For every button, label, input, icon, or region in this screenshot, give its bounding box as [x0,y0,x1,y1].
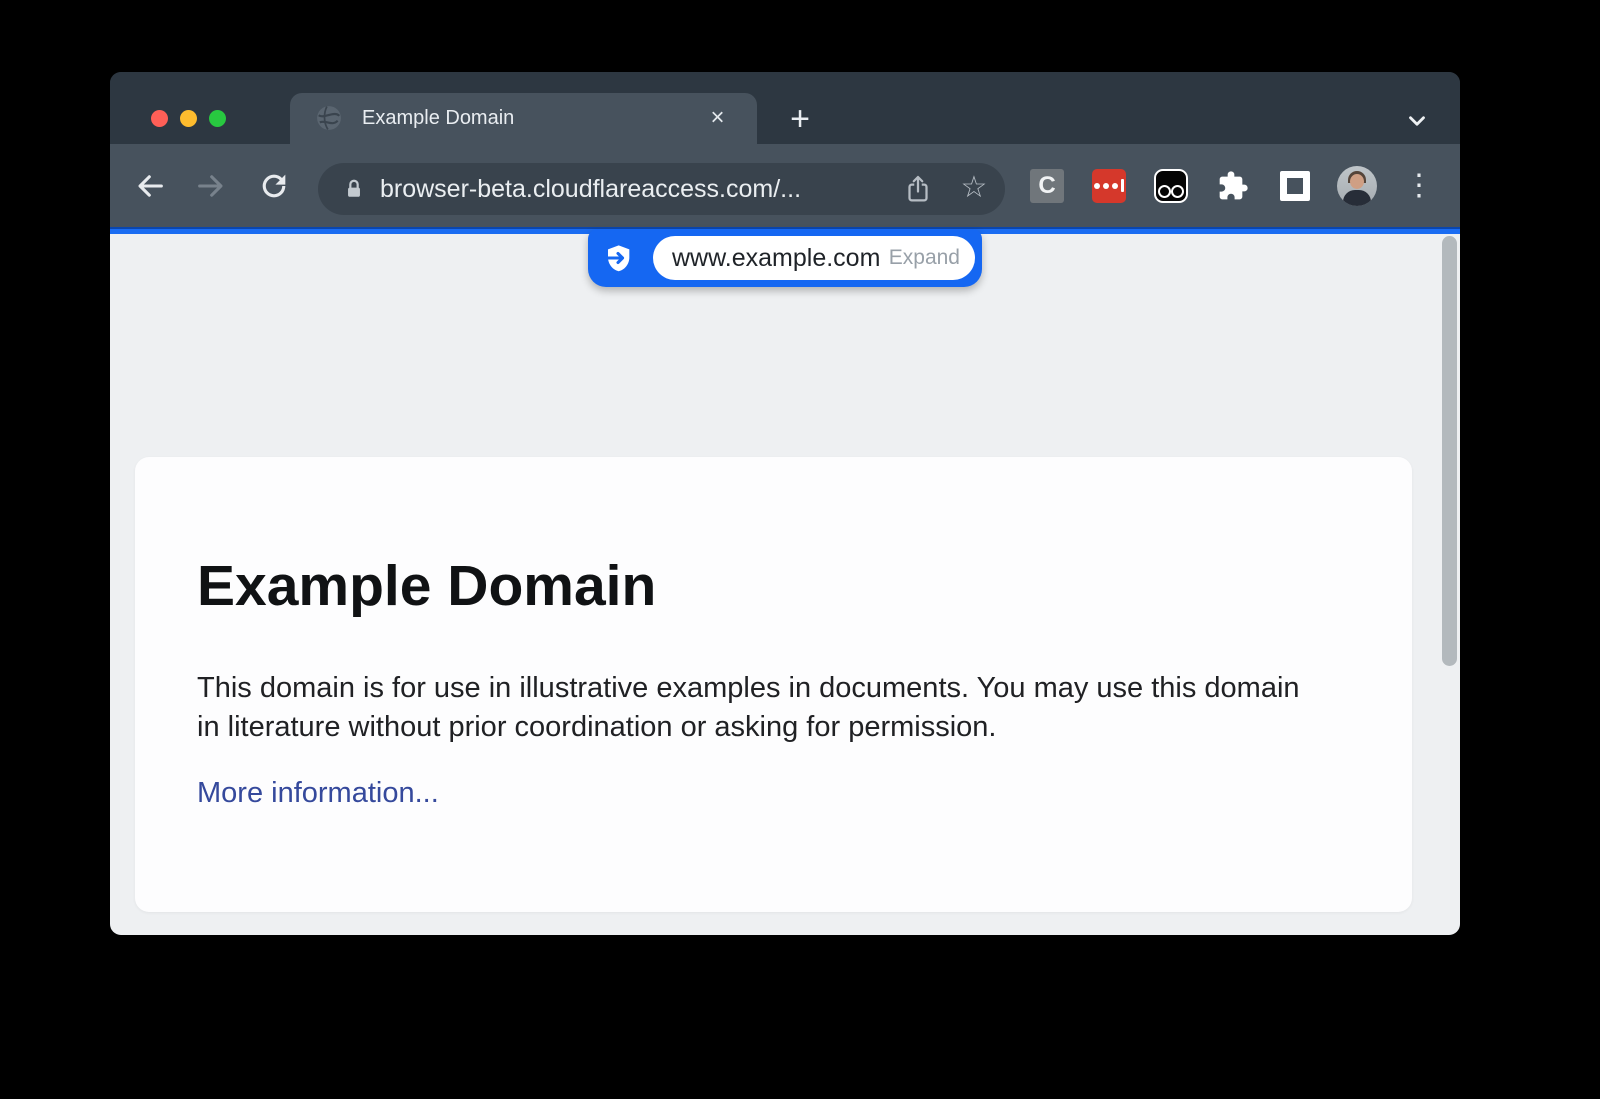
tab-example-domain[interactable]: Example Domain × [290,93,757,144]
url-text[interactable]: browser-beta.cloudflareaccess.com/... [380,163,801,215]
address-bar[interactable]: browser-beta.cloudflareaccess.com/... ☆ [318,163,1005,215]
tab-strip: Example Domain × + [110,72,1460,144]
globe-favicon-icon [316,105,342,131]
share-icon[interactable] [903,174,933,204]
isolation-domain-pill: www.example.com Expand [653,236,975,280]
page-viewport: Example Domain This domain is for use in… [110,234,1460,935]
isolated-domain-text: www.example.com [672,244,880,273]
isolation-pill[interactable]: www.example.com Expand [588,229,982,287]
square-frame-icon [1280,171,1310,201]
traffic-light-zoom[interactable] [209,110,226,127]
traffic-light-close[interactable] [151,110,168,127]
extension-circles-button[interactable] [1140,144,1202,227]
two-circles-icon [1154,169,1188,203]
bookmark-star-icon[interactable]: ☆ [959,173,989,203]
lastpass-dots-icon [1092,169,1126,203]
browser-menu-button[interactable]: ⋮ [1388,144,1450,227]
expand-button[interactable]: Expand [889,246,960,270]
new-tab-button[interactable]: + [782,102,818,138]
back-button[interactable] [133,169,167,203]
shield-arrow-icon [602,242,634,274]
side-panel-button[interactable] [1264,144,1326,227]
forward-button[interactable] [194,169,228,203]
toolbar: browser-beta.cloudflareaccess.com/... ☆ … [110,144,1460,227]
more-information-link[interactable]: More information... [197,777,439,810]
extension-lastpass-button[interactable] [1078,144,1140,227]
tab-search-chevron-icon[interactable] [1402,108,1432,134]
extension-c-icon: C [1030,169,1064,203]
extensions-row: C [1016,144,1450,227]
three-dot-menu-icon: ⋮ [1404,171,1434,201]
page-paragraph: This domain is for use in illustrative e… [197,669,1317,747]
browser-window: Example Domain × + [110,72,1460,935]
extensions-menu-button[interactable] [1202,144,1264,227]
profile-button[interactable] [1326,144,1388,227]
scrollbar-thumb[interactable] [1442,236,1457,666]
page-heading: Example Domain [197,557,656,617]
reload-button[interactable] [257,169,291,203]
screenshot-root: Example Domain × + [0,0,1600,1099]
traffic-light-minimize[interactable] [180,110,197,127]
puzzle-piece-icon [1217,170,1249,202]
tab-title: Example Domain [362,93,514,144]
lock-icon[interactable] [343,177,365,201]
content-card: Example Domain This domain is for use in… [135,457,1412,912]
extension-c-button[interactable]: C [1016,144,1078,227]
profile-avatar [1337,166,1377,206]
tab-close-icon[interactable]: × [704,105,731,132]
